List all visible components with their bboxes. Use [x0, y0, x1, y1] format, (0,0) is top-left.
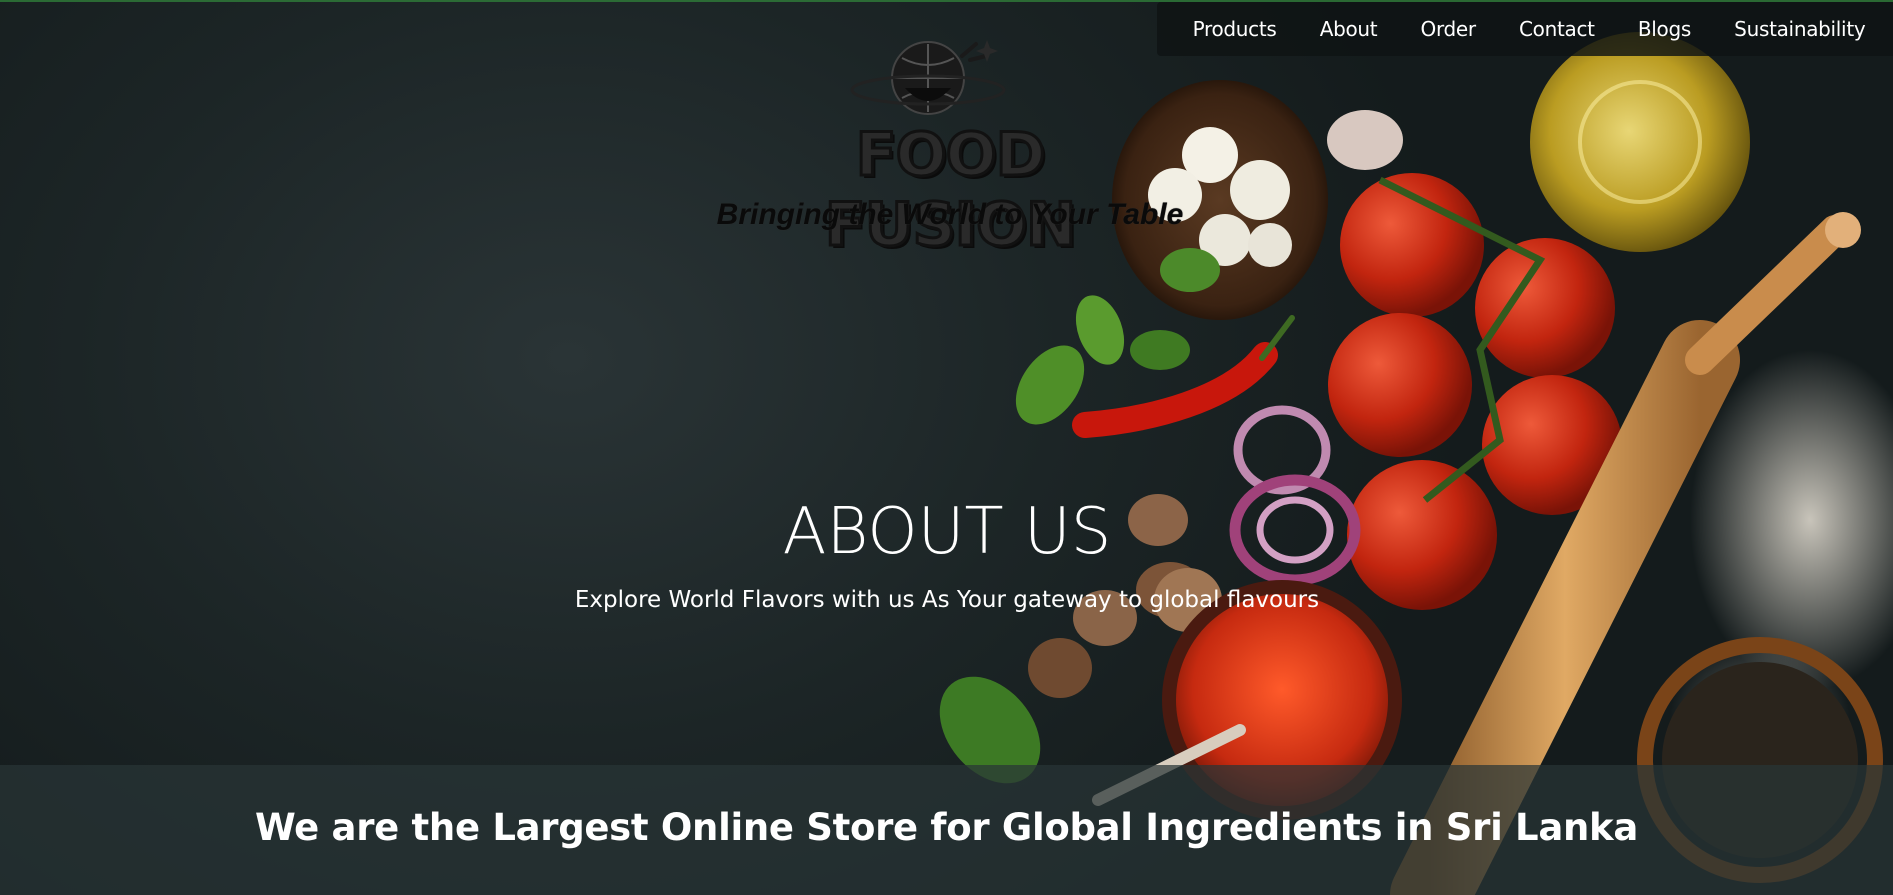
banner-headline: We are the Largest Online Store for Glob…	[254, 806, 1639, 849]
nav-blogs[interactable]: Blogs	[1632, 13, 1697, 45]
logo-tagline: Bringing the World to Your Table	[716, 198, 1184, 231]
globe-bowl-icon	[850, 40, 1006, 115]
page-title: ABOUT US	[782, 495, 1112, 569]
hero-section: FOOD FUSION Bringing the World to Your T…	[0, 0, 1893, 895]
nav-about[interactable]: About	[1314, 13, 1384, 45]
page-subtitle: Explore World Flavors with us As Your ga…	[574, 587, 1320, 613]
nav-contact[interactable]: Contact	[1513, 13, 1601, 45]
brand-logo[interactable]: FOOD FUSION Bringing the World to Your T…	[700, 38, 1200, 262]
main-nav: Products About Order Contact Blogs Susta…	[1157, 2, 1893, 56]
logo-title: FOOD FUSION	[823, 119, 1077, 262]
nav-order[interactable]: Order	[1415, 13, 1482, 45]
nav-products[interactable]: Products	[1187, 13, 1283, 45]
nav-sustainability[interactable]: Sustainability	[1728, 13, 1871, 45]
